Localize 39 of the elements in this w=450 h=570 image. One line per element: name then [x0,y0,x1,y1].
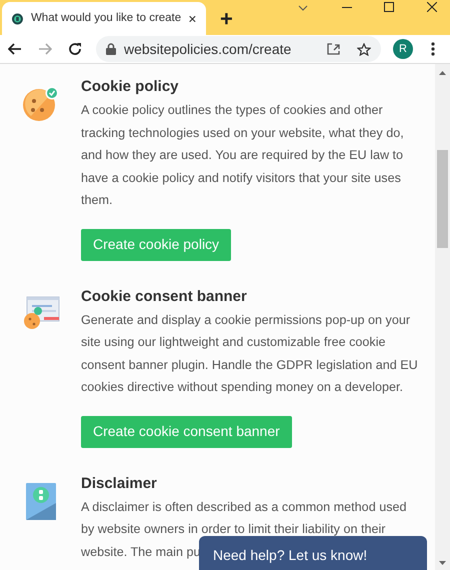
new-tab-button[interactable]: + [220,8,233,30]
info-document-icon [26,482,56,520]
scroll-thumb[interactable] [437,150,448,248]
description-line: consent banner plugin. Handle the GDPR legislation and EU [81,356,418,374]
star-icon[interactable] [357,42,371,56]
share-icon[interactable] [327,43,341,55]
description-line: tracking technologies used on your website, what they do, [81,124,404,142]
description-line: by website owners in order to limit their liability on their [81,521,386,538]
scrollbar[interactable] [435,64,450,570]
lock-icon [106,43,116,55]
address-bar[interactable]: websitepolicies.com/create [96,36,381,62]
description-line: A cookie policy outlines the types of cookies and other [81,102,383,119]
scroll-down-icon[interactable] [439,561,446,565]
back-icon[interactable] [8,43,22,55]
description-line: Generate and display a cookie permissions pop-up on your [81,312,410,329]
tab-title: What would you like to create [30,10,182,26]
description-line: A disclaimer is often described as a common method used [81,498,407,516]
favicon-icon [12,10,23,26]
chevron-down-icon[interactable] [298,5,308,11]
browser-cookie-icon [22,296,60,330]
description-line: them. [81,192,112,209]
close-window-icon[interactable] [427,2,437,12]
section-title: Cookie policy [81,77,179,97]
section-title: Cookie consent banner [81,286,247,306]
help-chat-button[interactable]: Need help? Let us know! [199,536,427,570]
reload-icon[interactable] [68,42,82,56]
section-title: Disclaimer [81,474,157,494]
cookie-check-icon [22,86,60,122]
menu-icon[interactable] [431,42,435,56]
description-line: have a cookie policy and notify visitors that your site uses [81,170,401,187]
close-icon[interactable] [189,14,196,24]
browser-tab[interactable]: What would you like to create [2,2,206,35]
description-line: cookies directive without spending money on a developer. [81,379,404,396]
scroll-up-icon[interactable] [439,71,446,75]
description-line: site using our lightweight and customizable free cookie [81,334,386,351]
description-line: and how they are used. You are required by the EU law to [81,147,404,164]
url-text: websitepolicies.com/create [124,40,292,59]
maximize-icon[interactable] [384,2,394,12]
profile-avatar[interactable]: R [393,39,413,59]
